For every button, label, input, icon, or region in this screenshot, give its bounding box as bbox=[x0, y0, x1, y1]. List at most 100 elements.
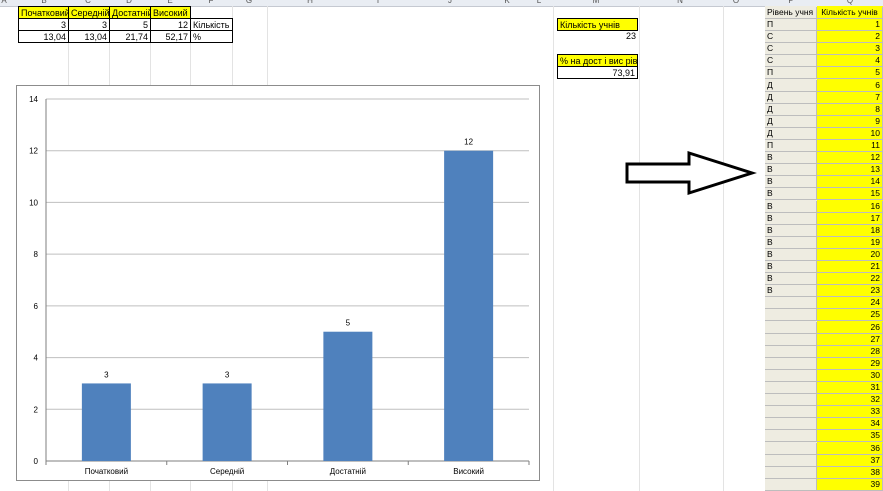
count-header-cell[interactable]: Кількість учнів bbox=[817, 7, 883, 19]
level-cell[interactable]: В bbox=[765, 273, 817, 286]
pct-value-cell[interactable]: 73,91 bbox=[557, 66, 638, 79]
column-header-b[interactable]: B bbox=[41, 0, 46, 5]
percent-cell[interactable]: 21,74 bbox=[109, 30, 151, 43]
count-cell[interactable]: 26 bbox=[817, 321, 883, 334]
level-header-cell[interactable]: Рівень учня bbox=[765, 7, 817, 19]
level-cell[interactable] bbox=[765, 357, 817, 370]
column-header-d[interactable]: D bbox=[126, 0, 132, 5]
level-cell[interactable]: В bbox=[765, 188, 817, 201]
count-cell[interactable]: 19 bbox=[817, 236, 883, 249]
level-cell[interactable] bbox=[765, 297, 817, 310]
count-cell[interactable]: 31 bbox=[817, 382, 883, 394]
level-cell[interactable]: В bbox=[765, 285, 817, 298]
count-cell[interactable]: 27 bbox=[817, 333, 883, 346]
count-cell[interactable]: 1 bbox=[817, 19, 883, 31]
level-cell[interactable] bbox=[765, 333, 817, 346]
count-cell[interactable]: 34 bbox=[817, 418, 883, 431]
level-cell[interactable]: В bbox=[765, 224, 817, 237]
level-cell[interactable] bbox=[765, 321, 817, 334]
count-cell[interactable]: 17 bbox=[817, 212, 883, 225]
count-cell[interactable]: 18 bbox=[817, 224, 883, 237]
level-cell[interactable]: В bbox=[765, 164, 817, 177]
column-header-a[interactable]: A bbox=[1, 0, 6, 5]
column-header-p[interactable]: P bbox=[788, 0, 793, 5]
level-cell[interactable]: С bbox=[765, 31, 817, 44]
level-cell[interactable] bbox=[765, 442, 817, 455]
level-cell[interactable]: Д bbox=[765, 79, 817, 92]
count-cell[interactable]: 21 bbox=[817, 261, 883, 273]
percent-cell[interactable]: 13,04 bbox=[18, 30, 69, 43]
level-cell[interactable]: П bbox=[765, 19, 817, 31]
students-value-cell[interactable]: 23 bbox=[557, 30, 638, 43]
column-header-m[interactable]: M bbox=[593, 0, 600, 5]
count-cell[interactable]: 35 bbox=[817, 430, 883, 443]
count-cell[interactable]: 16 bbox=[817, 200, 883, 213]
column-header-k[interactable]: K bbox=[504, 0, 509, 5]
bar-chart[interactable]: 0 2 4 6 8 10 12 14 3 Початковий 3 Середній 5 Достатні… bbox=[16, 85, 540, 481]
count-cell[interactable]: 38 bbox=[817, 466, 883, 479]
level-cell[interactable]: Д bbox=[765, 91, 817, 104]
level-cell[interactable]: П bbox=[765, 140, 817, 152]
column-header-o[interactable]: O bbox=[733, 0, 739, 5]
level-cell[interactable] bbox=[765, 478, 817, 491]
column-header-l[interactable]: L bbox=[537, 0, 541, 5]
column-header-n[interactable]: N bbox=[677, 0, 683, 5]
count-cell[interactable]: 7 bbox=[817, 91, 883, 104]
count-cell[interactable]: 30 bbox=[817, 369, 883, 382]
count-cell[interactable]: 12 bbox=[817, 152, 883, 165]
count-cell[interactable]: 6 bbox=[817, 79, 883, 92]
count-cell[interactable]: 29 bbox=[817, 357, 883, 370]
level-cell[interactable]: Д bbox=[765, 115, 817, 128]
count-cell[interactable]: 10 bbox=[817, 127, 883, 140]
count-cell[interactable]: 8 bbox=[817, 103, 883, 116]
level-cell[interactable] bbox=[765, 454, 817, 467]
count-cell[interactable]: 2 bbox=[817, 31, 883, 44]
level-cell[interactable]: В bbox=[765, 200, 817, 213]
percent-label-cell[interactable]: % bbox=[190, 30, 233, 43]
count-cell[interactable]: 5 bbox=[817, 67, 883, 80]
column-header-c[interactable]: C bbox=[85, 0, 91, 5]
count-cell[interactable]: 32 bbox=[817, 394, 883, 407]
column-header-f[interactable]: F bbox=[209, 0, 214, 5]
count-cell[interactable]: 24 bbox=[817, 297, 883, 310]
count-cell[interactable]: 39 bbox=[817, 478, 883, 491]
level-cell[interactable]: П bbox=[765, 67, 817, 80]
level-cell[interactable]: С bbox=[765, 55, 817, 68]
count-cell[interactable]: 14 bbox=[817, 176, 883, 189]
level-cell[interactable] bbox=[765, 466, 817, 479]
column-header-h[interactable]: H bbox=[307, 0, 313, 5]
level-cell[interactable]: Д bbox=[765, 127, 817, 140]
level-cell[interactable]: В bbox=[765, 236, 817, 249]
count-cell[interactable]: 4 bbox=[817, 55, 883, 68]
level-cell[interactable] bbox=[765, 382, 817, 394]
level-cell[interactable] bbox=[765, 345, 817, 358]
level-cell[interactable]: В bbox=[765, 212, 817, 225]
count-cell[interactable]: 9 bbox=[817, 115, 883, 128]
count-cell[interactable]: 15 bbox=[817, 188, 883, 201]
level-cell[interactable] bbox=[765, 418, 817, 431]
count-cell[interactable]: 11 bbox=[817, 140, 883, 152]
level-cell[interactable] bbox=[765, 406, 817, 419]
level-cell[interactable] bbox=[765, 394, 817, 407]
level-cell[interactable]: Д bbox=[765, 103, 817, 116]
column-header-q[interactable]: Q bbox=[847, 0, 853, 5]
count-cell[interactable]: 37 bbox=[817, 454, 883, 467]
column-header-e[interactable]: E bbox=[167, 0, 172, 5]
level-cell[interactable] bbox=[765, 430, 817, 443]
level-cell[interactable] bbox=[765, 369, 817, 382]
count-cell[interactable]: 22 bbox=[817, 273, 883, 286]
column-header-j[interactable]: J bbox=[448, 0, 452, 5]
percent-cell[interactable]: 52,17 bbox=[150, 30, 191, 43]
count-cell[interactable]: 23 bbox=[817, 285, 883, 298]
column-header-g[interactable]: G bbox=[246, 0, 252, 5]
count-cell[interactable]: 13 bbox=[817, 164, 883, 177]
count-cell[interactable]: 28 bbox=[817, 345, 883, 358]
count-cell[interactable]: 20 bbox=[817, 248, 883, 261]
level-cell[interactable]: В bbox=[765, 261, 817, 273]
column-header-i[interactable]: I bbox=[377, 0, 379, 5]
level-cell[interactable]: В bbox=[765, 248, 817, 261]
level-cell[interactable]: В bbox=[765, 176, 817, 189]
count-cell[interactable]: 33 bbox=[817, 406, 883, 419]
count-cell[interactable]: 36 bbox=[817, 442, 883, 455]
count-cell[interactable]: 25 bbox=[817, 309, 883, 322]
